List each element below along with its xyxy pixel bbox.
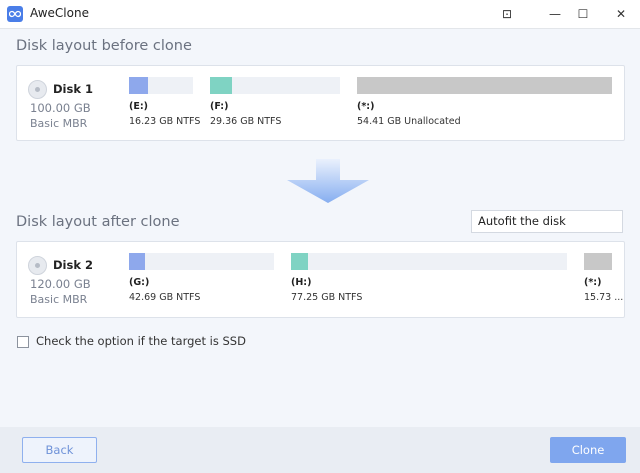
partition-bar (584, 253, 612, 270)
partition-info: 16.23 GB NTFS (129, 116, 201, 127)
partition-letter: (H:) (291, 277, 312, 288)
source-disk-card[interactable]: Disk 1 100.00 GB Basic MBR (E:) 16.23 GB… (16, 65, 625, 141)
disk-icon (28, 256, 47, 275)
back-button[interactable]: Back (22, 437, 97, 463)
partition-g[interactable]: (G:) 42.69 GB NTFS (129, 253, 274, 303)
partition-letter: (E:) (129, 101, 148, 112)
close-button[interactable]: ✕ (602, 0, 640, 28)
partition-info: 54.41 GB Unallocated (357, 116, 461, 127)
partition-e[interactable]: (E:) 16.23 GB NTFS (129, 77, 200, 127)
partition-usage-fill (210, 77, 233, 94)
partition-letter: (*:) (584, 277, 602, 288)
clone-button[interactable]: Clone (550, 437, 626, 463)
partition-usage-fill (584, 253, 612, 270)
ssd-checkbox-label[interactable]: Check the option if the target is SSD (36, 334, 246, 348)
after-section-title: Disk layout after clone (16, 214, 180, 230)
partition-info: 29.36 GB NTFS (210, 116, 282, 127)
partition-usage-fill (129, 253, 145, 270)
partition-info: 42.69 GB NTFS (129, 292, 201, 303)
disk-type: Basic MBR (30, 293, 88, 306)
partition-bar (210, 77, 340, 94)
footer-bar: Back Clone (0, 427, 640, 473)
disk-type: Basic MBR (30, 117, 88, 130)
pin-window-button[interactable]: ⊡ (488, 0, 526, 28)
disk-icon (28, 80, 47, 99)
partition-letter: (*:) (357, 101, 375, 112)
disk-size: 100.00 GB (30, 101, 91, 115)
partition-usage-fill (357, 77, 612, 94)
target-disk-card[interactable]: Disk 2 120.00 GB Basic MBR (G:) 42.69 GB… (16, 241, 625, 318)
disk-name: Disk 2 (53, 258, 93, 272)
partition-usage-fill (129, 77, 149, 94)
partition-f[interactable]: (F:) 29.36 GB NTFS (210, 77, 340, 127)
partition-bar (291, 253, 567, 270)
partition-info: 15.73 ... (584, 292, 624, 303)
disk-name: Disk 1 (53, 82, 93, 96)
title-bar: AweClone ⊡ — ☐ ✕ (0, 0, 640, 29)
app-logo-icon (7, 6, 23, 22)
partition-bar (129, 77, 193, 94)
partition-bar (357, 77, 612, 94)
disk-size: 120.00 GB (30, 277, 91, 291)
partition-bar (129, 253, 274, 270)
maximize-button[interactable]: ☐ (564, 0, 602, 28)
partition-h[interactable]: (H:) 77.25 GB NTFS (291, 253, 567, 303)
partition-usage-fill (291, 253, 308, 270)
before-section-title: Disk layout before clone (16, 38, 192, 54)
app-title: AweClone (30, 6, 89, 20)
partition-info: 77.25 GB NTFS (291, 292, 363, 303)
partition-letter: (F:) (210, 101, 229, 112)
partition-unallocated[interactable]: (*:) 54.41 GB Unallocated (357, 77, 612, 127)
autofit-dropdown[interactable]: Autofit the disk (471, 210, 623, 233)
partition-unallocated[interactable]: (*:) 15.73 ... (584, 253, 623, 303)
clone-direction-arrow-icon (287, 159, 369, 203)
ssd-checkbox[interactable] (17, 336, 29, 348)
partition-letter: (G:) (129, 277, 150, 288)
